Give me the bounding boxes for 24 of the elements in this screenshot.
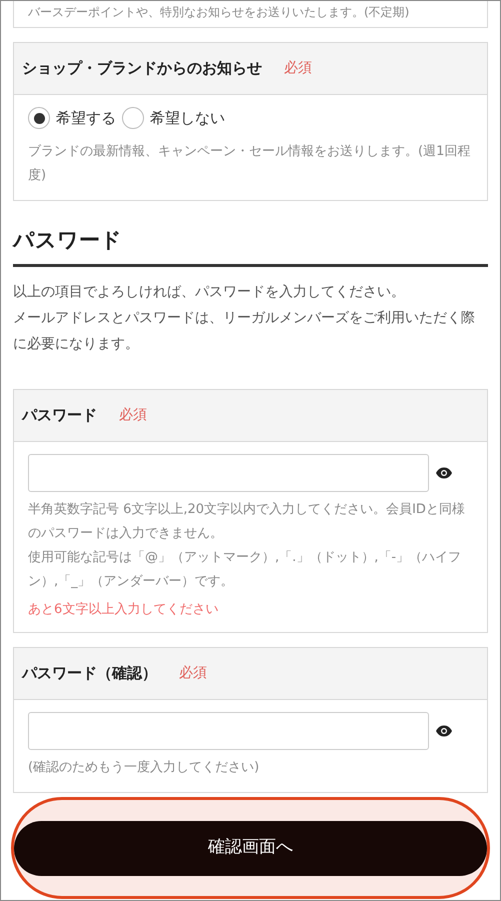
password-field[interactable]	[28, 454, 429, 492]
field-label: パスワード（確認）	[22, 663, 157, 684]
hint-text: 半角英数字記号 6文字以上,20文字以内で入力してください。会員IDと同様のパスワードは入力できません。	[28, 501, 466, 543]
note-text: バースデーポイントや、特別なお知らせをお送りいたします。(不定期)	[28, 4, 410, 21]
radio-option[interactable]: 希望する	[28, 107, 116, 130]
required-label: 必須	[284, 59, 312, 78]
section-heading: パスワード	[13, 224, 488, 267]
field-label: パスワード	[22, 405, 97, 426]
intro-text: メールアドレスとパスワードは、リーガルメンバーズをご利用いただく際に必要になります。	[13, 309, 476, 354]
hint-text: 使用可能な記号は「@」（アットマーク）,「.」（ドット）,「-」（ハイフン）,「_」（アンダーバー）です。	[28, 549, 462, 591]
eye-icon[interactable]	[435, 725, 453, 737]
required-label: 必須	[119, 406, 147, 425]
eye-icon[interactable]	[435, 467, 453, 479]
hint-text: (確認のためもう一度入力してください)	[28, 759, 260, 777]
field-label: ショップ・ブランドからのお知らせ	[22, 58, 262, 80]
note-text: ブランドの最新情報、キャンペーン・セール情報をお送りします。(週1回程度)	[28, 142, 472, 184]
radio-button[interactable]	[122, 107, 144, 130]
radio-button[interactable]	[28, 107, 50, 130]
radio-option[interactable]: 希望しない	[122, 107, 225, 130]
confirm-button[interactable]: 確認画面へ	[14, 820, 487, 876]
intro-text: 以上の項目でよろしければ、パスワードを入力してください。	[13, 283, 406, 302]
password-field[interactable]	[28, 712, 429, 750]
error-text: あと6文字以上入力してください	[28, 601, 220, 619]
required-label: 必須	[179, 664, 207, 683]
